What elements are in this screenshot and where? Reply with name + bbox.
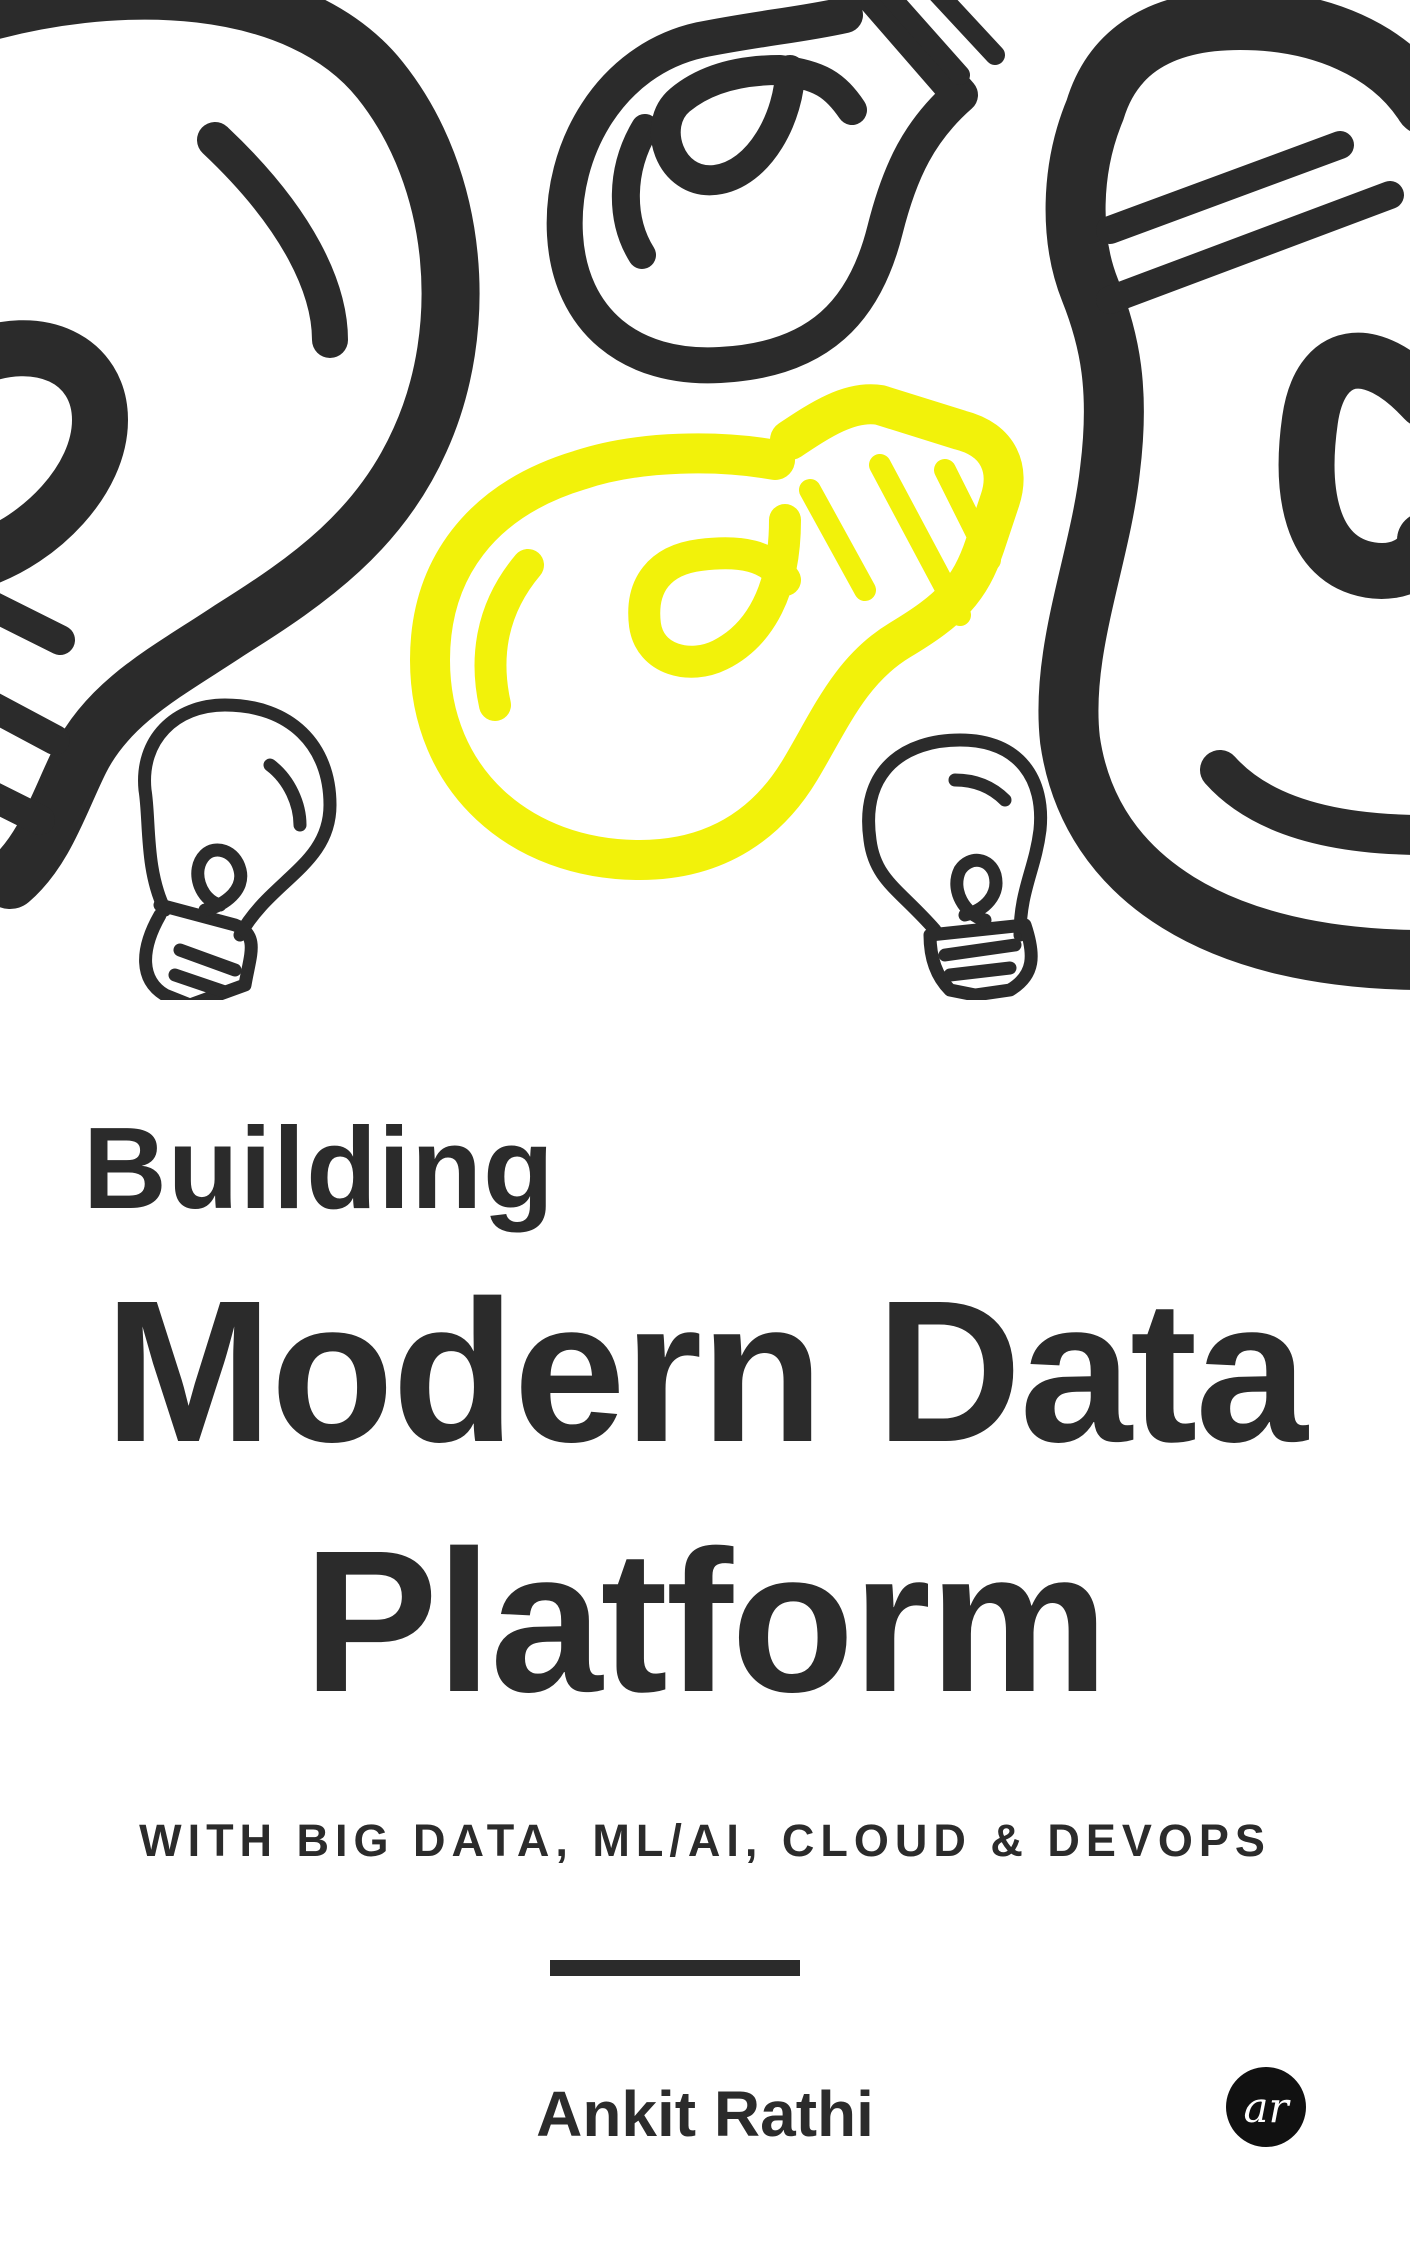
author-name: Ankit Rathi: [536, 2078, 874, 2150]
publisher-logo-text: ar: [1243, 2082, 1289, 2132]
small-right-bulb-icon: [862, 733, 1048, 1000]
large-left-bulb-icon: [0, 0, 480, 909]
title-building: Building: [83, 1103, 555, 1233]
top-center-bulb-icon: [546, 0, 1005, 384]
subtitle: WITH BIG DATA, ML/AI, CLOUD & DEVOPS: [139, 1815, 1271, 1866]
lightbulb-illustration: [0, 0, 1410, 1000]
yellow-bulb-icon: [410, 384, 1024, 880]
title-line-1: Modern Data: [104, 1258, 1307, 1484]
divider-rule: [550, 1960, 800, 1976]
title-line-2: Platform: [303, 1508, 1108, 1734]
small-left-bulb-icon: [138, 698, 337, 1000]
large-right-bulb-icon: [1038, 0, 1410, 990]
publisher-logo: ar: [1226, 2067, 1306, 2147]
